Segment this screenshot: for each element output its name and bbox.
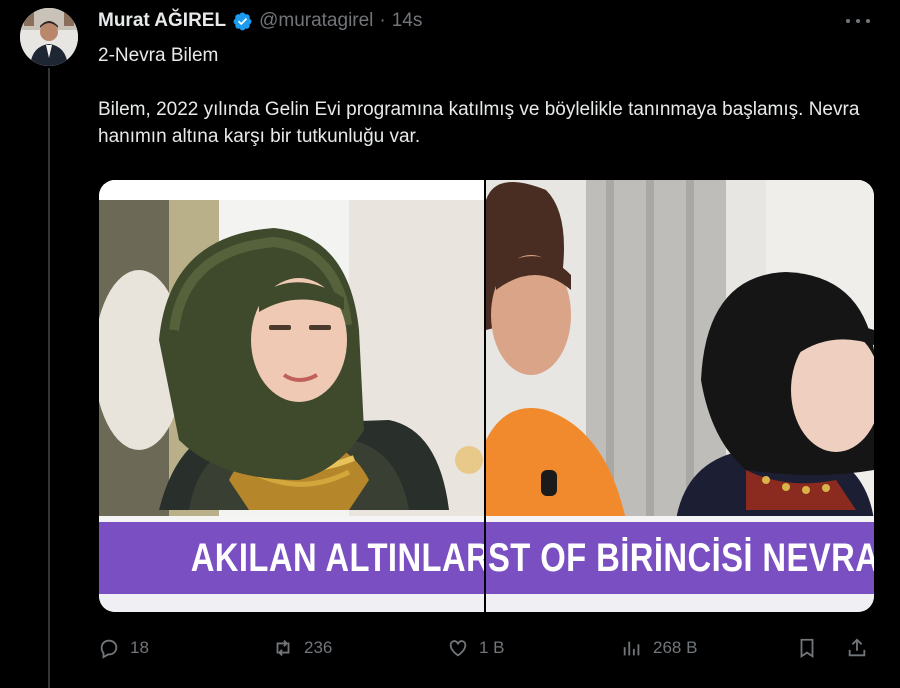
views-chart-icon xyxy=(623,641,640,656)
bookmark-button[interactable] xyxy=(796,632,818,664)
share-icon xyxy=(848,638,866,657)
heart-icon xyxy=(449,640,467,657)
caption-left: AKILAN ALTINLARI SAYDI xyxy=(190,535,484,580)
like-count: 1 B xyxy=(479,638,505,657)
author-name[interactable]: Murat AĞIREL xyxy=(98,10,226,32)
thread-line xyxy=(48,68,50,688)
reply-icon xyxy=(100,639,118,659)
media-image-right[interactable]: ST OF BİRİNCİSİ NEVRA G xyxy=(486,180,874,612)
timestamp[interactable]: 14s xyxy=(392,10,423,32)
caption-banner-right: ST OF BİRİNCİSİ NEVRA G xyxy=(486,516,874,612)
views-count: 268 B xyxy=(653,638,698,657)
share-button[interactable] xyxy=(846,632,868,664)
reply-button[interactable]: 18 xyxy=(98,632,149,664)
caption-right: ST OF BİRİNCİSİ NEVRA G xyxy=(488,535,874,580)
views-button[interactable]: 268 B xyxy=(621,632,697,664)
tweet-text-line: 2-Nevra Bilem xyxy=(98,45,219,66)
avatar-image xyxy=(20,8,78,66)
repost-count: 236 xyxy=(304,638,333,657)
author-handle[interactable]: @muratagirel xyxy=(259,10,373,32)
avatar[interactable] xyxy=(20,8,78,66)
bookmark-icon xyxy=(800,638,814,658)
separator-dot: · xyxy=(379,10,386,31)
repost-icon xyxy=(276,640,290,656)
reply-count: 18 xyxy=(130,638,149,657)
tweet-text: 2-Nevra Bilem Bilem, 2022 yılında Gelin … xyxy=(98,42,878,177)
media-image-left[interactable]: AKILAN ALTINLARI SAYDI xyxy=(99,180,484,612)
verified-badge-icon xyxy=(233,12,252,30)
action-bar: 18 236 1 B 268 B xyxy=(98,632,878,664)
tweet-text-line: Bilem, 2022 yılında Gelin Evi programına… xyxy=(98,99,860,147)
tweet-media[interactable]: AKILAN ALTINLARI SAYDI ST xyxy=(99,180,874,612)
caption-banner-left: AKILAN ALTINLARI SAYDI xyxy=(99,516,484,612)
tweet-header: Murat AĞIREL @muratagirel · 14s xyxy=(98,8,422,34)
like-button[interactable]: 1 B xyxy=(447,632,505,664)
more-icon[interactable] xyxy=(846,10,870,32)
repost-button[interactable]: 236 xyxy=(272,632,332,664)
